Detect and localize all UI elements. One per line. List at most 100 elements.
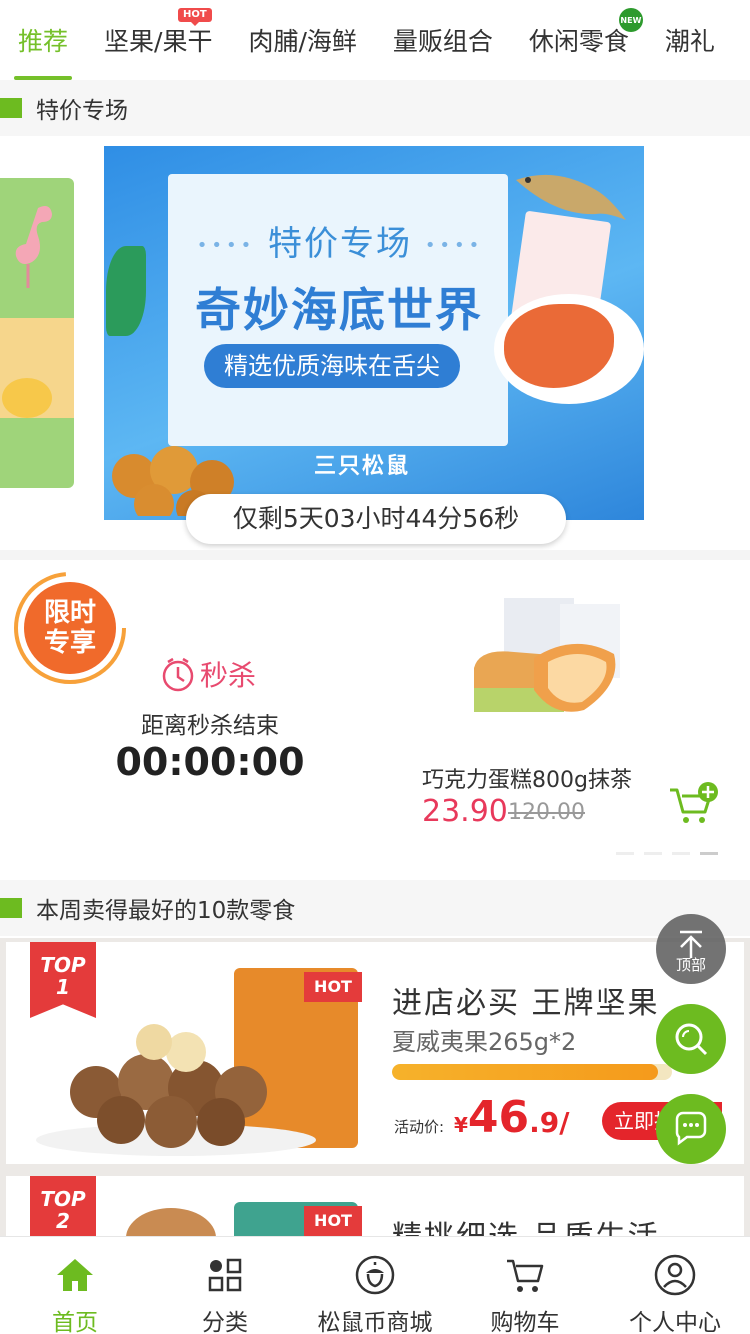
nav-home[interactable]: 首页 bbox=[0, 1237, 150, 1334]
indicator-dot bbox=[672, 852, 690, 855]
tab-nuts-dried-fruit[interactable]: 坚果/果干 HOT bbox=[86, 0, 230, 80]
currency-symbol: ¥ bbox=[454, 1113, 468, 1137]
macadamia-image bbox=[36, 1024, 316, 1156]
tab-label: 坚果/果干 bbox=[104, 27, 213, 56]
flash-product-price: 23.90 bbox=[422, 794, 508, 829]
item-spec: 夏威夷果265g*2 bbox=[392, 1028, 577, 1056]
brand-logo: 三只松鼠 bbox=[314, 454, 411, 479]
seckill-text: 秒杀 bbox=[200, 659, 257, 692]
flash-product-original-price: 120.00 bbox=[508, 800, 585, 825]
flash-sale-block: 限时 专享 秒杀 距离秒杀结束 00:00:00 巧克力蛋糕800g抹茶 23.… bbox=[0, 560, 750, 864]
clock-icon bbox=[162, 657, 194, 692]
customer-service-button[interactable] bbox=[656, 1094, 726, 1164]
price-suffix: / bbox=[559, 1106, 570, 1139]
activity-price-label: 活动价: bbox=[394, 1118, 445, 1136]
section-header-top10: 本周卖得最好的10款零食 bbox=[0, 880, 750, 936]
banner-subtitle: •••• 特价专场 •••• bbox=[190, 216, 490, 265]
section-marker bbox=[0, 898, 22, 918]
cart-icon bbox=[507, 1259, 544, 1292]
flash-product-name[interactable]: 巧克力蛋糕800g抹茶 bbox=[422, 762, 632, 794]
search-button[interactable] bbox=[656, 1004, 726, 1074]
back-to-top-button[interactable]: 顶部 bbox=[656, 914, 726, 984]
back-to-top-label: 顶部 bbox=[675, 956, 706, 974]
tab-label: 休闲零食 bbox=[528, 27, 629, 56]
nav-coin-mall[interactable]: 松鼠币商城 bbox=[300, 1237, 450, 1334]
tab-tea[interactable]: 茶 bbox=[733, 0, 750, 80]
prev-banner-card[interactable] bbox=[0, 178, 74, 488]
banner-subtitle-text: 特价专场 bbox=[268, 224, 412, 264]
category-icon bbox=[208, 1258, 242, 1292]
banner-carousel[interactable]: •••• 特价专场 •••• 奇妙海底世界 精选优质海味在舌尖 三只松鼠 仅剩5… bbox=[0, 136, 750, 550]
nav-label: 首页 bbox=[52, 1310, 98, 1334]
cake-product-image[interactable] bbox=[464, 588, 634, 728]
new-badge: NEW bbox=[618, 8, 643, 32]
section-header-special: 特价专场 bbox=[0, 80, 750, 136]
tab-label: 推荐 bbox=[18, 27, 69, 56]
jelly-image bbox=[2, 378, 52, 418]
tab-label: 量贩组合 bbox=[392, 27, 493, 56]
price-integer: 46 bbox=[467, 1092, 530, 1143]
user-icon bbox=[654, 1254, 696, 1296]
top-item-card[interactable]: TOP 1 HOT 进店必买 王牌坚果 夏威夷果265g*2 活动价: ¥46.… bbox=[6, 942, 744, 1164]
fish-image bbox=[516, 174, 626, 220]
top-item-card[interactable]: TOP 2 HOT 精挑细选 品质生活 bbox=[6, 1176, 744, 1236]
section-title: 特价专场 bbox=[36, 98, 128, 124]
stock-progress-bar bbox=[392, 1064, 672, 1080]
rank-line-1: TOP bbox=[40, 1187, 86, 1211]
hot-badge: HOT bbox=[178, 8, 212, 26]
seckill-label: 秒杀 bbox=[160, 654, 256, 694]
home-icon bbox=[57, 1259, 93, 1291]
indicator-dot bbox=[644, 852, 662, 855]
nav-label: 购物车 bbox=[490, 1310, 560, 1334]
hot-tag: HOT bbox=[304, 1206, 362, 1236]
item-slogan: 进店必买 王牌坚果 bbox=[392, 986, 660, 1021]
page: 推荐 坚果/果干 HOT 肉脯/海鲜 量贩组合 休闲零食 NEW 潮礼 茶 特价… bbox=[0, 0, 750, 1334]
price-decimal: .9 bbox=[529, 1106, 560, 1139]
add-to-cart-icon[interactable] bbox=[668, 780, 720, 826]
tab-recommend[interactable]: 推荐 bbox=[0, 0, 86, 80]
acorn-icon bbox=[355, 1255, 395, 1295]
banner-countdown: 仅剩5天03小时44分56秒 bbox=[186, 494, 566, 544]
banner-tagline: 精选优质海味在舌尖 bbox=[204, 344, 460, 388]
tab-bulk-combo[interactable]: 量贩组合 bbox=[375, 0, 511, 80]
category-tabs: 推荐 坚果/果干 HOT 肉脯/海鲜 量贩组合 休闲零食 NEW 潮礼 茶 bbox=[0, 0, 750, 80]
dots-decoration: •••• bbox=[424, 235, 484, 256]
dots-decoration: •••• bbox=[196, 235, 256, 256]
rank-flag: TOP 2 bbox=[30, 1176, 96, 1236]
divider bbox=[0, 550, 750, 560]
badge-line-2: 专享 bbox=[43, 628, 96, 658]
search-icon bbox=[675, 1023, 708, 1056]
nav-label: 松鼠币商城 bbox=[317, 1310, 433, 1334]
plant-decoration bbox=[106, 246, 146, 336]
flamingo-image bbox=[15, 206, 52, 288]
seckill-timer: 00:00:00 bbox=[115, 740, 305, 784]
tab-label: 肉脯/海鲜 bbox=[248, 27, 357, 56]
almond-image bbox=[126, 1208, 216, 1236]
rank-line-2: 2 bbox=[56, 1209, 70, 1233]
indicator-dot-active bbox=[700, 852, 718, 855]
stock-progress-fill bbox=[392, 1064, 658, 1080]
banner-title: 奇妙海底世界 bbox=[195, 283, 483, 337]
chat-icon bbox=[675, 1111, 707, 1146]
bottom-nav: 首页 分类 松鼠币商城 购物车 个人中心 bbox=[0, 1236, 750, 1334]
section-title: 本周卖得最好的10款零食 bbox=[36, 898, 296, 924]
tab-snacks[interactable]: 休闲零食 NEW bbox=[511, 0, 647, 80]
nav-label: 个人中心 bbox=[629, 1310, 721, 1334]
badge-line-1: 限时 bbox=[43, 598, 96, 628]
seafood-banner[interactable]: •••• 特价专场 •••• 奇妙海底世界 精选优质海味在舌尖 三只松鼠 bbox=[104, 146, 644, 520]
tab-jerky-seafood[interactable]: 肉脯/海鲜 bbox=[230, 0, 374, 80]
nav-profile[interactable]: 个人中心 bbox=[600, 1237, 750, 1334]
carousel-indicator bbox=[616, 852, 718, 855]
limited-badge-text: 限时 专享 bbox=[26, 598, 114, 658]
activity-price: ¥46.9/ bbox=[454, 1092, 570, 1143]
section-marker bbox=[0, 98, 22, 118]
nav-category[interactable]: 分类 bbox=[150, 1237, 300, 1334]
rank-text: TOP 2 bbox=[30, 1188, 96, 1232]
tab-label: 潮礼 bbox=[664, 27, 715, 56]
nav-label: 分类 bbox=[202, 1310, 248, 1334]
hot-tag: HOT bbox=[304, 972, 362, 1002]
seckill-until-label: 距离秒杀结束 bbox=[141, 713, 279, 739]
indicator-dot bbox=[616, 852, 634, 855]
tab-gifts[interactable]: 潮礼 bbox=[647, 0, 733, 80]
nav-cart[interactable]: 购物车 bbox=[450, 1237, 600, 1334]
